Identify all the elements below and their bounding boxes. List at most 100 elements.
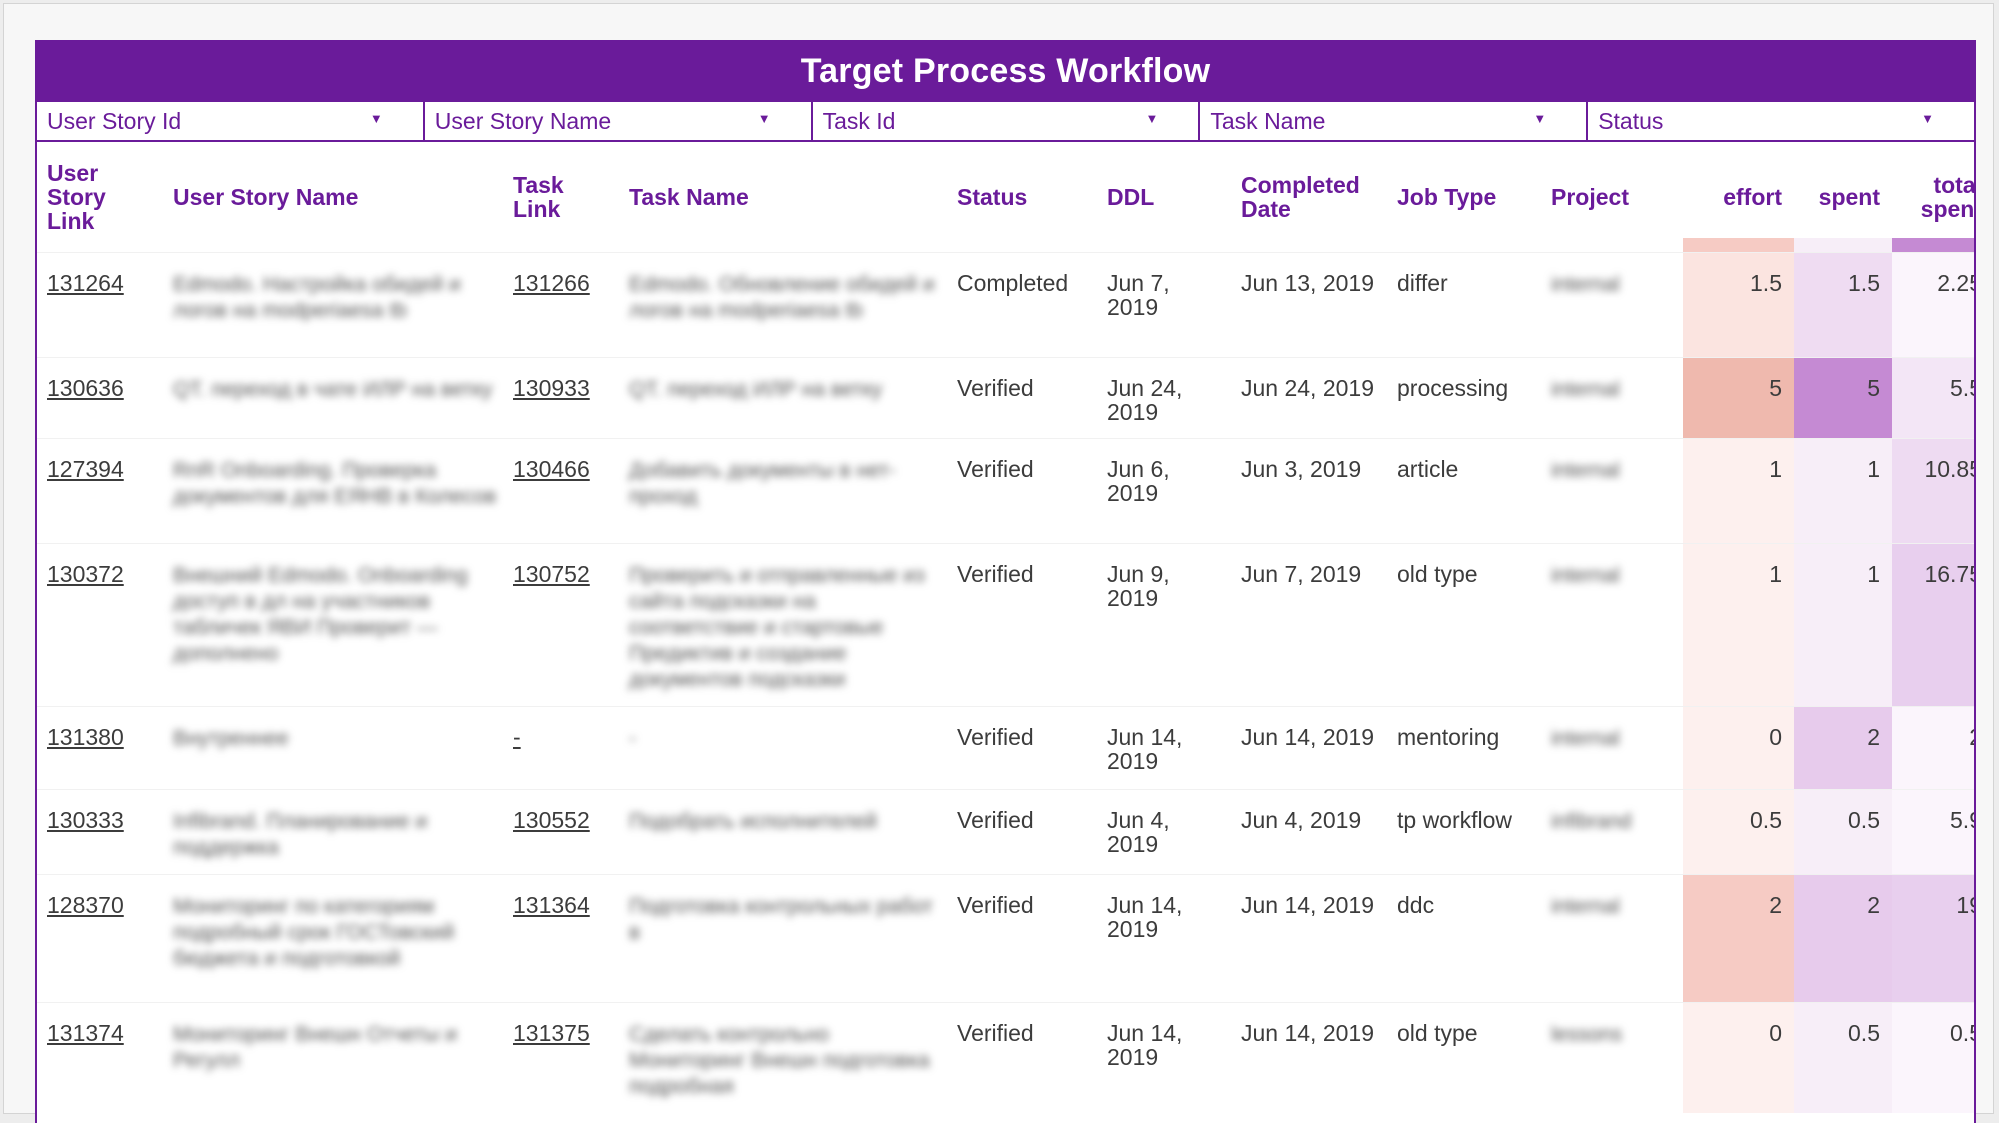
chevron-down-icon: ▼	[757, 111, 771, 126]
header-ddl[interactable]: DDL	[1097, 142, 1231, 253]
filter-bar: User Story Id ▼ User Story Name ▼ Task I…	[37, 102, 1974, 142]
cell-total-spent: 5.5	[1892, 357, 1974, 439]
cell-effort: 5	[1683, 357, 1794, 439]
user-story-link[interactable]: 127394	[47, 456, 124, 482]
cell-effort: 1	[1683, 543, 1794, 707]
cell-user-story-link[interactable]: 130372	[37, 543, 163, 707]
cell-task-link[interactable]: 130466	[503, 438, 619, 544]
task-link[interactable]: 130933	[513, 375, 590, 401]
cell-effort: 1	[1683, 438, 1794, 544]
cell-job-type: mentoring	[1387, 706, 1541, 790]
header-project[interactable]: Project	[1541, 142, 1683, 253]
cell-user-story-link[interactable]: 130333	[37, 789, 163, 875]
filter-label: User Story Name	[434, 107, 612, 134]
header-effort[interactable]: effort	[1683, 142, 1794, 253]
cell-project: internal	[1541, 706, 1683, 790]
filter-user-story-id[interactable]: User Story Id ▼	[37, 102, 425, 140]
cell-user-story-link[interactable]: 128370	[37, 874, 163, 1003]
filter-status[interactable]: Status ▼	[1588, 102, 1974, 140]
cell-ddl: Jun 6, 2019	[1097, 438, 1231, 544]
header-task-link[interactable]: Task Link	[503, 142, 619, 253]
task-link[interactable]: 130466	[513, 456, 590, 482]
cell-task-name: Проверить и отправленные из сайта подска…	[619, 543, 947, 707]
cell-status: Verified	[947, 1002, 1097, 1113]
cell-task-link[interactable]: 130933	[503, 357, 619, 439]
cell-user-story-link[interactable]: 131374	[37, 1002, 163, 1113]
cell-task-link[interactable]: 131375	[503, 1002, 619, 1113]
cell-project: internal	[1541, 252, 1683, 358]
user-story-name: RnR Onboarding. Проверка документов для …	[173, 459, 497, 508]
task-name: Проверить и отправленные из сайта подска…	[629, 564, 925, 691]
chevron-down-icon: ▼	[1145, 111, 1159, 126]
cell-user-story-link[interactable]: 131380	[37, 706, 163, 790]
cell-spent: 0.5	[1794, 1002, 1892, 1113]
header-completed-date[interactable]: Completed Date	[1231, 142, 1387, 253]
cell-task-link[interactable]: 130552	[503, 789, 619, 875]
cell-task-name: Подготовка контрольных работ в	[619, 874, 947, 1003]
cell-task-link[interactable]: -	[503, 706, 619, 790]
filter-label: Status	[1598, 107, 1664, 134]
user-story-name: Внутреннее	[173, 727, 289, 750]
user-story-link[interactable]: 131380	[47, 724, 124, 750]
task-link[interactable]: 131364	[513, 892, 590, 918]
project-name: internal	[1551, 273, 1620, 296]
cell-task-link[interactable]: 130752	[503, 543, 619, 707]
task-name: QT. переход ИЛР на ветку	[629, 378, 883, 401]
header-spent[interactable]: spent	[1794, 142, 1892, 253]
project-name: lessons	[1551, 1023, 1623, 1046]
table-row: 128370 Мониторинг по категориям подробны…	[37, 874, 1974, 1003]
header-status[interactable]: Status	[947, 142, 1097, 253]
cell-user-story-name: RnR Onboarding. Проверка документов для …	[163, 438, 503, 544]
cell-completed-date: Jun 14, 2019	[1231, 1002, 1387, 1113]
cell-effort: 1.5	[1683, 252, 1794, 358]
cell-job-type: old type	[1387, 543, 1541, 707]
project-name: internal	[1551, 564, 1620, 587]
cell-status: Completed	[947, 252, 1097, 358]
filter-task-id[interactable]: Task Id ▼	[813, 102, 1201, 140]
header-user-story-link[interactable]: User Story Link	[37, 142, 163, 253]
task-link[interactable]: 131266	[513, 270, 590, 296]
cell-project: lessons	[1541, 1002, 1683, 1113]
cell-user-story-link[interactable]: 127394	[37, 438, 163, 544]
user-story-name: Edmodo. Настройка обидей и логов на modp…	[173, 273, 461, 322]
header-user-story-name[interactable]: User Story Name	[163, 142, 503, 253]
cell-completed-date: Jun 7, 2019	[1231, 543, 1387, 707]
user-story-link[interactable]: 131374	[47, 1020, 124, 1046]
cell-completed-date: Jun 3, 2019	[1231, 438, 1387, 544]
user-story-link[interactable]: 130372	[47, 561, 124, 587]
cell-ddl: Jun 9, 2019	[1097, 543, 1231, 707]
header-total-spent[interactable]: total spent	[1892, 142, 1976, 253]
cell-ddl: Jun 24, 2019	[1097, 357, 1231, 439]
report-panel: Target Process Workflow User Story Id ▼ …	[35, 40, 1976, 1123]
header-total-spent-label: total spent	[1920, 172, 1976, 222]
header-job-type[interactable]: Job Type	[1387, 142, 1541, 253]
cell-job-type: differ	[1387, 252, 1541, 358]
user-story-name: Infibrand. Планирование и поддержка	[173, 810, 428, 859]
task-link[interactable]: 130552	[513, 807, 590, 833]
cell-status: Verified	[947, 789, 1097, 875]
header-effort-label: effort	[1723, 184, 1782, 210]
user-story-link[interactable]: 131264	[47, 270, 124, 296]
cell-job-type: processing	[1387, 357, 1541, 439]
filter-task-name[interactable]: Task Name ▼	[1200, 102, 1589, 140]
header-task-name[interactable]: Task Name	[619, 142, 947, 253]
filter-user-story-name[interactable]: User Story Name ▼	[425, 102, 813, 140]
task-link[interactable]: -	[513, 724, 521, 750]
cell-total-spent: 0.5	[1892, 1002, 1974, 1113]
report-frame: Target Process Workflow User Story Id ▼ …	[3, 3, 1994, 1123]
user-story-link[interactable]: 130333	[47, 807, 124, 833]
cell-user-story-link[interactable]: 130636	[37, 357, 163, 439]
task-link[interactable]: 130752	[513, 561, 590, 587]
user-story-name: QT. переход в чате ИЛР на ветку	[173, 378, 493, 401]
user-story-link[interactable]: 128370	[47, 892, 124, 918]
task-link[interactable]: 131375	[513, 1020, 590, 1046]
cell-task-name: Edmodo. Обновление обидей и логов на mod…	[619, 252, 947, 358]
user-story-link[interactable]: 130636	[47, 375, 124, 401]
task-name: Добавить документы в нет-проход	[629, 459, 896, 508]
cell-completed-date: Jun 14, 2019	[1231, 874, 1387, 1003]
cell-user-story-link[interactable]: 131264	[37, 252, 163, 358]
cell-task-link[interactable]: 131364	[503, 874, 619, 1003]
cell-task-name: -	[619, 706, 947, 790]
cell-task-link[interactable]: 131266	[503, 252, 619, 358]
filter-label: Task Id	[822, 107, 896, 134]
